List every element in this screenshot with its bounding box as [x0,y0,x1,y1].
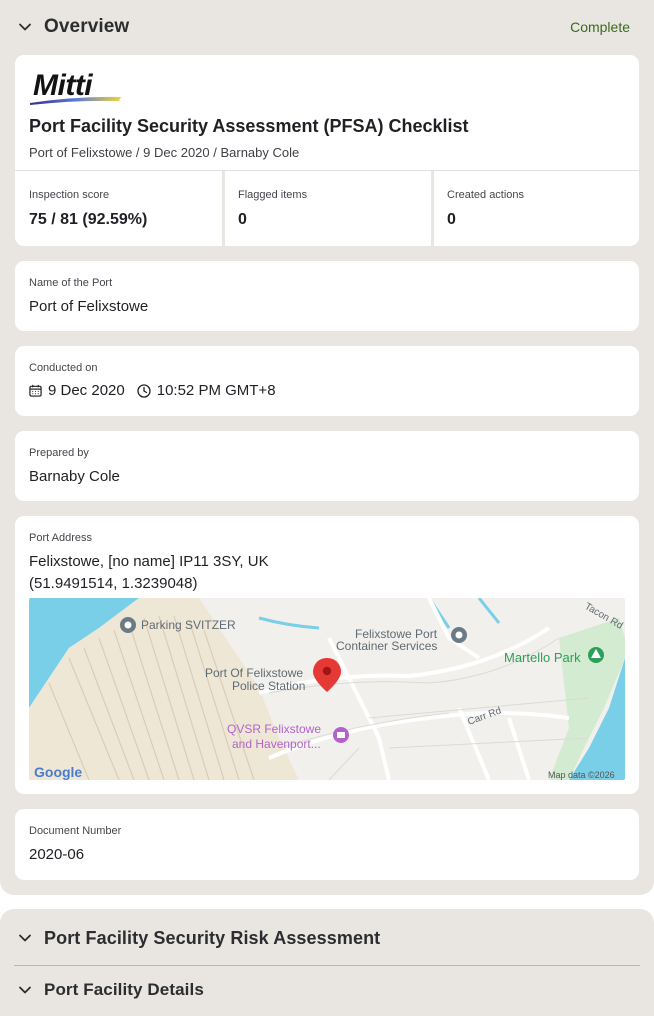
stat-flagged-items[interactable]: Flagged items 0 [224,171,432,246]
chevron-down-icon [19,23,31,31]
section-header-facility-details[interactable]: Port Facility Details [0,964,654,1016]
stat-label: Flagged items [238,189,308,201]
collapsed-sections: Port Facility Security Risk Assessment P… [0,909,654,1016]
map-label: Police Station [232,679,305,693]
calendar-icon [29,384,42,397]
question-label: Conducted on [29,362,98,374]
question-label: Document Number [29,825,122,837]
report-subtitle: Port of Felixstowe / 9 Dec 2020 / Barnab… [29,145,300,160]
question-prepared-by: Prepared by Barnaby Cole [15,431,639,501]
stat-created-actions[interactable]: Created actions 0 [433,171,641,246]
overview-section: Overview Complete Mitti Port Facility Se… [0,0,654,895]
address-coordinates: (51.9491514, 1.3239048) [29,575,198,592]
question-conducted-on: Conducted on 9 Dec 2020 10:52 PM GMT+8 [15,346,639,416]
section-header-risk-assessment[interactable]: Port Facility Security Risk Assessment [0,911,654,965]
map-attribution: Map data ©2026 [548,770,615,780]
answer-value: 2020-06 [29,846,85,863]
answer-value: Port of Felixstowe [29,298,149,315]
map-canvas: Parking SVITZER Felixstowe Port Containe… [29,598,625,780]
report-title: Port Facility Security Assessment (PFSA)… [29,116,469,136]
conducted-date: 9 Dec 2020 [48,382,125,399]
map-label: and Havenport... [232,737,321,751]
svg-text:Mitti: Mitti [33,69,93,102]
map-label: Port Of Felixstowe [205,666,303,680]
map-label: Container Services [336,639,437,653]
overview-header[interactable]: Overview Complete [0,0,654,54]
stat-label: Inspection score [29,189,110,201]
stat-value: 75 / 81 (92.59%) [29,211,148,228]
conducted-datetime: 9 Dec 2020 10:52 PM GMT+8 [29,382,276,399]
section-title: Overview [44,16,130,37]
map-label: Parking SVITZER [141,618,236,632]
section-title: Port Facility Security Risk Assessment [44,927,381,948]
map-label: QVSR Felixstowe [227,722,321,736]
question-label: Port Address [29,532,92,544]
chevron-down-icon [19,986,31,994]
question-document-number: Document Number 2020-06 [15,809,639,880]
answer-value: Barnaby Cole [29,468,120,485]
company-logo: Mitti [30,69,121,105]
clock-icon [137,383,151,398]
status-badge: Complete [570,19,630,35]
stat-value: 0 [447,211,456,228]
report-header-card: Mitti Port Facility Security Assessment … [15,55,639,246]
stat-inspection-score: Inspection score 75 / 81 (92.59%) [15,171,223,246]
conducted-time: 10:52 PM GMT+8 [156,382,276,399]
location-map[interactable]: Parking SVITZER Felixstowe Port Containe… [29,598,625,780]
section-title: Port Facility Details [44,980,204,999]
question-label: Name of the Port [29,277,113,289]
google-logo: Google [34,764,82,780]
question-port-address: Port Address Felixstowe, [no name] IP11 … [15,516,639,794]
stat-value: 0 [238,211,247,228]
question-port-name: Name of the Port Port of Felixstowe [15,261,639,331]
question-label: Prepared by [29,447,89,459]
address-line: Felixstowe, [no name] IP11 3SY, UK [29,553,269,570]
map-label: Martello Park [504,650,581,665]
stat-label: Created actions [447,189,525,201]
chevron-down-icon [19,934,31,942]
map-marker [120,617,136,633]
